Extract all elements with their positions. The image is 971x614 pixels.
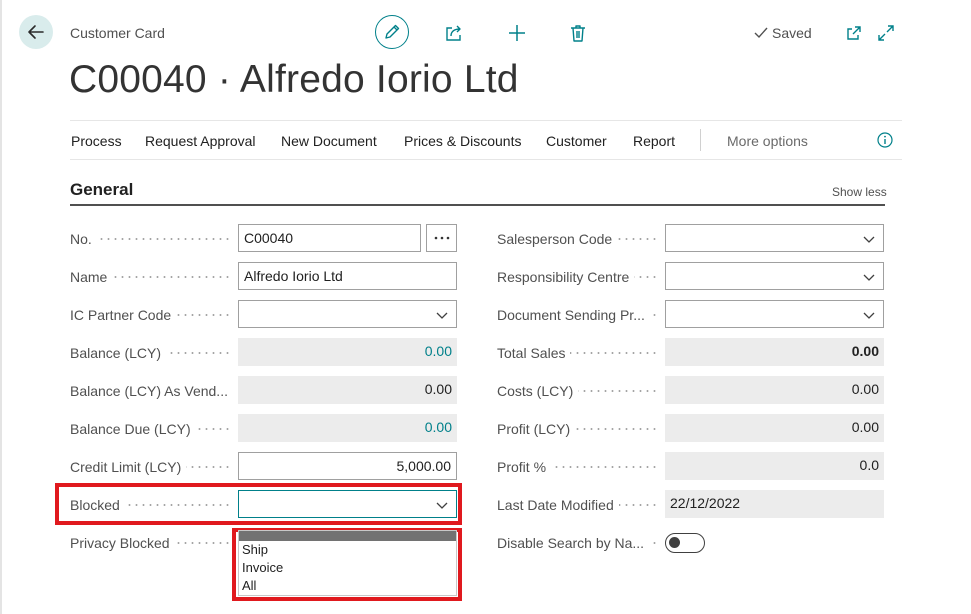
balance-as-vendor-value: 0.00: [238, 376, 457, 404]
new-button[interactable]: [506, 22, 528, 44]
field-label-name: Name: [70, 267, 230, 287]
action-more-options[interactable]: More options: [727, 133, 808, 149]
action-separator: [700, 129, 701, 151]
field-label-ic-partner-code: IC Partner Code: [70, 305, 230, 325]
breadcrumb: Customer Card: [70, 25, 165, 41]
field-label-profit-percent: Profit %: [497, 457, 657, 477]
field-label-balance-as-vendor: Balance (LCY) As Vend...: [70, 381, 233, 401]
disable-search-toggle[interactable]: [665, 533, 705, 553]
action-process[interactable]: Process: [71, 133, 122, 149]
field-label-privacy-blocked: Privacy Blocked: [70, 533, 230, 553]
field-label-balance-due: Balance Due (LCY): [70, 419, 230, 439]
chevron-down-icon: [863, 236, 875, 243]
blocked-highlight-annotation: [55, 483, 462, 525]
page-title: C00040 · Alfredo Iorio Ltd: [69, 58, 519, 101]
arrow-left-icon: [28, 25, 44, 39]
field-label-balance-lcy: Balance (LCY): [70, 343, 230, 363]
document-sending-select[interactable]: [665, 300, 884, 328]
popout-icon: [847, 26, 861, 40]
responsibility-centre-select[interactable]: [665, 262, 884, 290]
last-date-modified-value: 22/12/2022: [665, 490, 884, 518]
name-input[interactable]: Alfredo Iorio Ltd: [238, 262, 457, 290]
window-edge: [0, 0, 2, 614]
salesperson-code-select[interactable]: [665, 224, 884, 252]
no-input[interactable]: C00040: [238, 224, 421, 252]
section-title-general: General: [70, 180, 134, 199]
field-label-no: No.: [70, 229, 230, 249]
total-sales-value: 0.00: [665, 338, 884, 366]
blocked-dropdown-list: Ship Invoice All: [238, 530, 457, 596]
share-icon: [446, 25, 461, 41]
chevron-down-icon: [863, 274, 875, 281]
blocked-option-blank[interactable]: [239, 531, 456, 541]
action-customer[interactable]: Customer: [546, 133, 607, 149]
ic-partner-code-select[interactable]: [238, 300, 457, 328]
balance-lcy-value[interactable]: 0.00: [238, 338, 457, 366]
check-icon: [754, 27, 768, 39]
action-report[interactable]: Report: [633, 133, 675, 149]
field-label-costs-lcy: Costs (LCY): [497, 381, 657, 401]
action-bar: Process Request Approval New Document Pr…: [70, 120, 902, 160]
share-button[interactable]: [443, 22, 465, 44]
chevron-down-icon: [436, 312, 448, 319]
field-label-total-sales: Total Sales: [497, 343, 657, 363]
action-new-document[interactable]: New Document: [281, 133, 377, 149]
pencil-icon: [385, 24, 400, 39]
chevron-down-icon: [863, 312, 875, 319]
profit-lcy-value: 0.00: [665, 414, 884, 442]
profit-percent-value: 0.0: [665, 452, 884, 480]
field-label-responsibility-centre: Responsibility Centre: [497, 267, 657, 287]
field-label-disable-search: Disable Search by Na...: [497, 533, 657, 553]
saved-status: Saved: [753, 25, 812, 41]
section-divider: [70, 204, 885, 206]
blocked-option-ship[interactable]: Ship: [239, 541, 456, 559]
expand-icon: [878, 25, 894, 41]
open-new-window-button[interactable]: [843, 22, 865, 44]
balance-due-value[interactable]: 0.00: [238, 414, 457, 442]
toggle-knob: [669, 537, 680, 548]
blocked-option-all[interactable]: All: [239, 577, 456, 595]
trash-icon: [571, 25, 585, 42]
field-label-salesperson-code: Salesperson Code: [497, 229, 657, 249]
info-icon: [877, 132, 893, 148]
ellipsis-icon: [434, 236, 449, 240]
field-label-profit-lcy: Profit (LCY): [497, 419, 657, 439]
plus-icon: [509, 25, 525, 41]
field-label-document-sending: Document Sending Pr...: [497, 305, 657, 325]
saved-label: Saved: [772, 25, 812, 41]
expand-button[interactable]: [875, 22, 897, 44]
edit-button[interactable]: [375, 15, 409, 49]
blocked-option-invoice[interactable]: Invoice: [239, 559, 456, 577]
back-button[interactable]: [19, 15, 53, 49]
field-label-last-date-modified: Last Date Modified: [497, 495, 657, 515]
info-button[interactable]: [877, 132, 893, 148]
no-assist-button[interactable]: [426, 224, 457, 252]
action-prices-discounts[interactable]: Prices & Discounts: [404, 133, 521, 149]
costs-lcy-value: 0.00: [665, 376, 884, 404]
show-less-link[interactable]: Show less: [832, 185, 887, 199]
action-request-approval[interactable]: Request Approval: [145, 133, 256, 149]
credit-limit-input[interactable]: 5,000.00: [238, 452, 457, 480]
delete-button[interactable]: [567, 22, 589, 44]
field-label-credit-limit: Credit Limit (LCY): [70, 457, 230, 477]
